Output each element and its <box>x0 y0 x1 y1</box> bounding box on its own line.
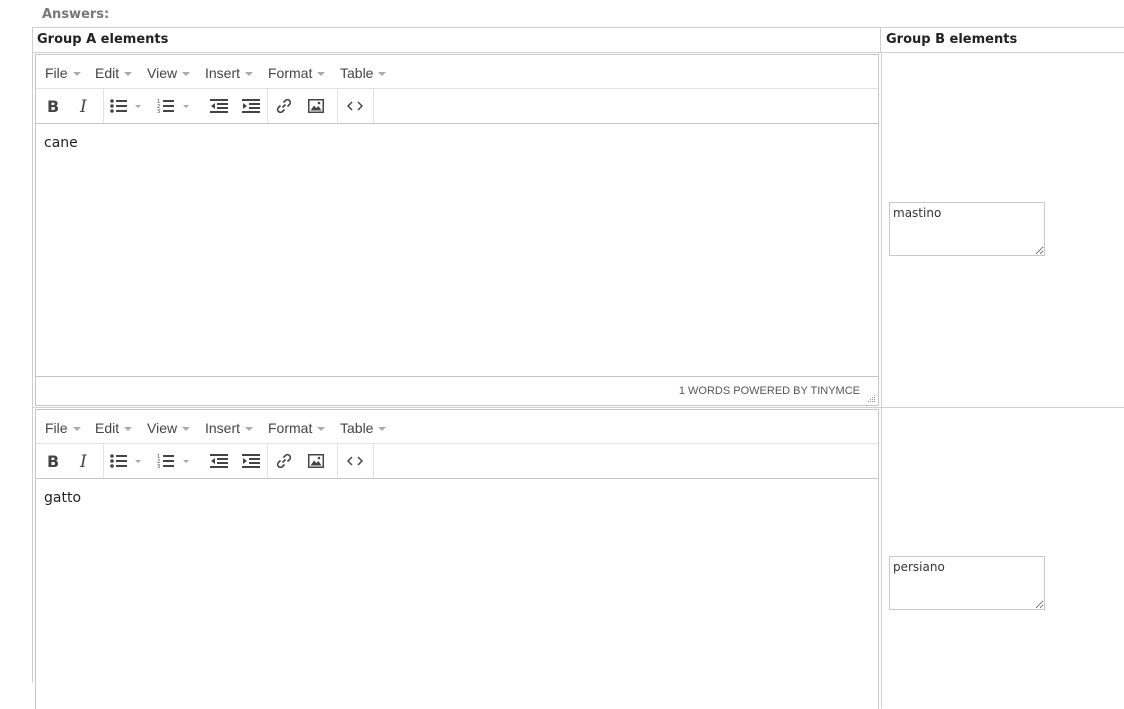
outdent-button[interactable] <box>206 450 232 472</box>
numbered-list-icon: 1 2 3 <box>157 99 189 114</box>
answer-textarea[interactable]: mastino <box>889 202 1045 256</box>
italic-button[interactable]: I <box>72 95 98 117</box>
toolbar-group-format: B I <box>36 444 104 478</box>
indent-button[interactable] <box>238 450 264 472</box>
menu-table[interactable]: Table <box>340 420 387 436</box>
editor-content[interactable]: gatto <box>44 490 81 506</box>
rich-text-editor: File Edit View Insert Format Table B I 1… <box>35 54 879 406</box>
source-code-icon <box>347 456 363 466</box>
table-row: File Edit View Insert Format Table B I 1… <box>33 53 1124 408</box>
image-button[interactable] <box>303 95 329 117</box>
menu-insert[interactable]: Insert <box>205 420 254 436</box>
outdent-button[interactable] <box>206 95 232 117</box>
menu-view[interactable]: View <box>147 65 191 81</box>
bullet-list-icon <box>110 454 141 468</box>
numbered-list-icon: 1 2 3 <box>157 454 189 469</box>
bold-icon: B <box>47 98 59 114</box>
source-code-button[interactable] <box>342 95 368 117</box>
answers-table: Group A elements Group B elements File E… <box>32 27 1124 709</box>
toolbar-group-insert <box>267 89 338 123</box>
source-code-icon <box>347 101 363 111</box>
menu-file[interactable]: File <box>45 65 81 81</box>
caret-down-icon <box>245 72 254 77</box>
image-button[interactable] <box>303 450 329 472</box>
bullet-list-button[interactable] <box>107 95 147 117</box>
link-button[interactable] <box>271 450 297 472</box>
menu-edit[interactable]: Edit <box>95 65 133 81</box>
menu-table[interactable]: Table <box>340 65 387 81</box>
editor-content[interactable]: cane <box>44 135 78 151</box>
menu-view[interactable]: View <box>147 420 191 436</box>
menu-file[interactable]: File <box>45 420 81 436</box>
svg-text:I: I <box>79 98 87 114</box>
italic-icon: I <box>79 98 87 114</box>
numbered-list-button[interactable]: 1 2 3 <box>155 450 195 472</box>
editor-toolbar: B I 1 2 3 <box>36 444 878 479</box>
group-a-cell: File Edit View Insert Format Table B I 1… <box>33 53 882 407</box>
editor-menubar: File Edit View Insert Format Table <box>36 55 878 89</box>
bold-button[interactable]: B <box>40 450 66 472</box>
group-a-cell: File Edit View Insert Format Table B I 1… <box>33 408 882 709</box>
link-button[interactable] <box>271 95 297 117</box>
menu-insert[interactable]: Insert <box>205 65 254 81</box>
answer-textarea[interactable]: persiano <box>889 556 1045 610</box>
toolbar-group-insert <box>267 444 338 478</box>
resize-grip-icon[interactable] <box>868 395 876 403</box>
bullet-list-button[interactable] <box>107 450 147 472</box>
outdent-icon <box>210 454 228 468</box>
menu-format[interactable]: Format <box>268 420 326 436</box>
svg-text:B: B <box>47 453 59 469</box>
rich-text-editor: File Edit View Insert Format Table B I 1… <box>35 409 879 709</box>
svg-text:3: 3 <box>157 464 160 469</box>
menu-format[interactable]: Format <box>268 65 326 81</box>
editor-toolbar: B I 1 2 3 <box>36 89 878 124</box>
caret-down-icon <box>378 72 387 77</box>
table-header: Group A elements Group B elements <box>33 28 1124 53</box>
menu-edit[interactable]: Edit <box>95 420 133 436</box>
table-row: File Edit View Insert Format Table B I 1… <box>33 408 1124 709</box>
svg-text:B: B <box>47 98 59 114</box>
indent-icon <box>242 454 260 468</box>
group-b-cell: persiano <box>881 408 1124 708</box>
caret-down-icon <box>378 427 387 432</box>
italic-icon: I <box>79 453 87 469</box>
group-a-header: Group A elements <box>33 28 881 52</box>
bold-button[interactable]: B <box>40 95 66 117</box>
toolbar-group-format: B I <box>36 89 104 123</box>
editor-menubar: File Edit View Insert Format Table <box>36 410 878 444</box>
caret-down-icon <box>182 72 191 77</box>
link-icon <box>276 453 292 469</box>
bullet-list-icon <box>110 99 141 113</box>
caret-down-icon <box>317 427 326 432</box>
image-icon <box>308 454 324 468</box>
indent-icon <box>242 99 260 113</box>
svg-text:3: 3 <box>157 109 160 114</box>
outdent-icon <box>210 99 228 113</box>
caret-down-icon <box>182 427 191 432</box>
group-b-cell: mastino <box>881 53 1124 407</box>
caret-down-icon <box>72 72 81 77</box>
toolbar-group-code <box>337 444 374 478</box>
source-code-button[interactable] <box>342 450 368 472</box>
caret-down-icon <box>124 427 133 432</box>
numbered-list-button[interactable]: 1 2 3 <box>155 95 195 117</box>
indent-button[interactable] <box>238 95 264 117</box>
image-icon <box>308 99 324 113</box>
bold-icon: B <box>47 453 59 469</box>
group-b-header: Group B elements <box>886 32 1018 47</box>
answers-label: Answers: <box>42 7 110 22</box>
word-count-status: 1 WORDS POWERED BY TINYMCE <box>678 385 860 397</box>
caret-down-icon <box>317 72 326 77</box>
svg-text:I: I <box>79 453 87 469</box>
toolbar-group-lists: 1 2 3 <box>103 89 268 123</box>
toolbar-group-code <box>337 89 374 123</box>
editor-statusbar: 1 WORDS POWERED BY TINYMCE <box>36 376 878 405</box>
caret-down-icon <box>245 427 254 432</box>
caret-down-icon <box>72 427 81 432</box>
caret-down-icon <box>124 72 133 77</box>
toolbar-group-lists: 1 2 3 <box>103 444 268 478</box>
italic-button[interactable]: I <box>72 450 98 472</box>
link-icon <box>276 98 292 114</box>
